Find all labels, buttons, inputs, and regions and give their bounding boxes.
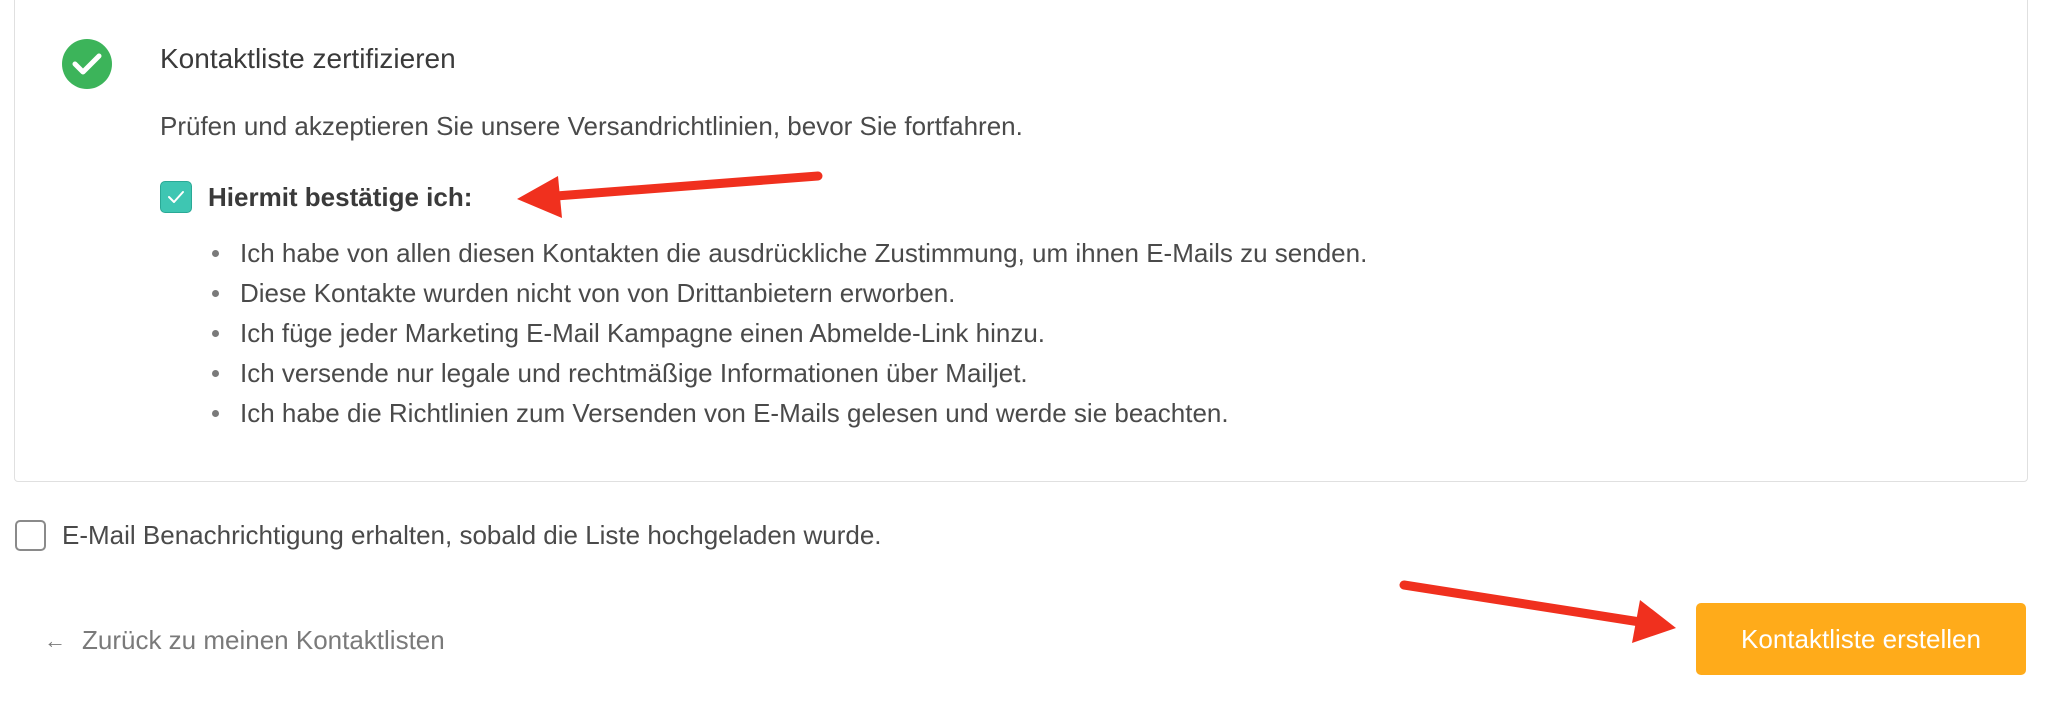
notify-checkbox[interactable] [15, 520, 46, 551]
list-item: Ich habe die Richtlinien zum Versenden v… [180, 393, 1367, 433]
confirm-label[interactable]: Hiermit bestätige ich: [208, 182, 472, 213]
list-item: Ich versende nur legale und rechtmäßige … [180, 353, 1367, 393]
back-link[interactable]: ← Zurück zu meinen Kontaktlisten [44, 625, 445, 656]
check-circle-icon [62, 39, 112, 89]
certify-title: Kontaktliste zertifizieren [160, 43, 456, 74]
create-list-button-label: Kontaktliste erstellen [1741, 623, 1981, 654]
notify-label[interactable]: E-Mail Benachrichtigung erhalten, sobald… [62, 520, 882, 551]
certify-subtitle: Prüfen und akzeptieren Sie unsere Versan… [160, 111, 1023, 141]
page: Kontaktliste zertifizieren Prüfen und ak… [0, 0, 2048, 706]
list-item: Ich füge jeder Marketing E-Mail Kampagne… [180, 313, 1367, 353]
arrow-left-icon: ← [44, 627, 66, 653]
list-item: Ich habe von allen diesen Kontakten die … [180, 233, 1367, 273]
back-link-label: Zurück zu meinen Kontaktlisten [82, 625, 445, 655]
list-item: Diese Kontakte wurden nicht von von Drit… [180, 273, 1367, 313]
checkmark-icon [168, 191, 184, 203]
red-arrow-icon [1399, 580, 1676, 643]
confirm-checkbox[interactable] [160, 181, 192, 213]
rules-list: Ich habe von allen diesen Kontakten die … [180, 233, 1367, 433]
create-list-button[interactable]: Kontaktliste erstellen [1696, 603, 2026, 675]
